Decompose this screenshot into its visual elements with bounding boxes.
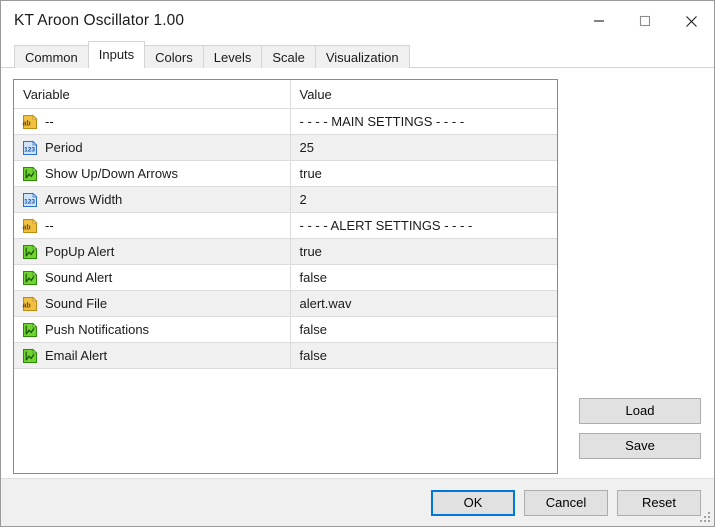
resize-grip-icon[interactable] [699,511,711,523]
number-icon: 123 [23,192,38,207]
table-row[interactable]: ab -- - - - - MAIN SETTINGS - - - - [14,108,557,135]
table-row[interactable]: ab Sound File alert.wav [14,290,557,317]
tab-scale[interactable]: Scale [261,45,316,68]
row-variable-label: -- [45,218,54,233]
dialog-button-bar: OK Cancel Reset [1,478,714,526]
svg-text:ab: ab [23,120,31,127]
load-button[interactable]: Load [579,398,701,424]
save-button[interactable]: Save [579,433,701,459]
tab-colors[interactable]: Colors [144,45,204,68]
row-value: 25 [290,134,557,161]
ok-button[interactable]: OK [431,489,515,516]
table-empty-area [14,368,557,473]
row-variable-label: -- [45,114,54,129]
inputs-table-panel: Variable Value ab -- - - - - MAIN SETTIN… [13,79,558,474]
title-bar: KT Aroon Oscillator 1.00 [1,1,714,41]
row-variable-label: PopUp Alert [45,244,115,259]
number-icon: 123 [23,140,38,155]
string-icon: ab [23,296,38,311]
row-value: false [290,316,557,343]
table-row[interactable]: Push Notifications false [14,316,557,343]
boolean-icon [23,270,38,285]
table-row[interactable]: Sound Alert false [14,264,557,291]
tab-strip: Common Inputs Colors Levels Scale Visual… [1,41,714,68]
row-value: - - - - ALERT SETTINGS - - - - [290,212,557,239]
string-icon: ab [23,114,38,129]
table-row[interactable]: Show Up/Down Arrows true [14,160,557,187]
inputs-tab-page: Variable Value ab -- - - - - MAIN SETTIN… [1,68,714,478]
window-title: KT Aroon Oscillator 1.00 [14,12,185,29]
maximize-icon [639,15,651,27]
row-value: false [290,264,557,291]
table-row[interactable]: Email Alert false [14,342,557,368]
boolean-icon [23,322,38,337]
table-row[interactable]: ab -- - - - - ALERT SETTINGS - - - - [14,212,557,239]
svg-text:123: 123 [24,146,35,153]
table-body: ab -- - - - - MAIN SETTINGS - - - - 123 … [14,108,557,368]
tab-common[interactable]: Common [14,45,89,68]
row-variable-label: Sound File [45,296,108,311]
string-icon: ab [23,218,38,233]
svg-text:123: 123 [24,198,35,205]
row-variable-label: Arrows Width [45,192,123,207]
svg-text:ab: ab [23,302,31,309]
tab-inputs[interactable]: Inputs [87,41,146,68]
row-variable-label: Show Up/Down Arrows [45,166,178,181]
row-value: true [290,238,557,265]
table-row[interactable]: 123 Arrows Width 2 [14,186,557,213]
side-button-group: Load Save [579,398,701,459]
table-header-row: Variable Value [14,80,557,109]
maximize-button[interactable] [622,1,668,41]
close-icon [685,15,697,27]
table-row[interactable]: 123 Period 25 [14,134,557,161]
row-variable-label: Push Notifications [45,322,150,337]
row-value: 2 [290,186,557,213]
boolean-icon [23,244,38,259]
table-row[interactable]: PopUp Alert true [14,238,557,265]
boolean-icon [23,348,38,363]
cancel-button[interactable]: Cancel [524,489,608,516]
minimize-icon [594,20,604,22]
boolean-icon [23,166,38,181]
inputs-table: Variable Value ab -- - - - - MAIN SETTIN… [14,80,557,368]
column-header-variable: Variable [14,80,291,109]
dialog-window: KT Aroon Oscillator 1.00 Common Inputs C… [0,0,715,527]
minimize-button[interactable] [576,1,622,41]
row-value: true [290,160,557,187]
svg-text:ab: ab [23,224,31,231]
close-button[interactable] [668,1,714,41]
row-value: alert.wav [290,290,557,317]
tab-visualization[interactable]: Visualization [314,45,410,68]
row-value: - - - - MAIN SETTINGS - - - - [290,108,557,135]
row-variable-label: Period [45,140,83,155]
tab-levels[interactable]: Levels [202,45,263,68]
column-header-value: Value [290,80,557,109]
row-variable-label: Email Alert [45,348,108,363]
row-variable-label: Sound Alert [45,270,113,285]
window-controls [576,1,714,41]
reset-button[interactable]: Reset [617,489,701,516]
row-value: false [290,342,557,368]
